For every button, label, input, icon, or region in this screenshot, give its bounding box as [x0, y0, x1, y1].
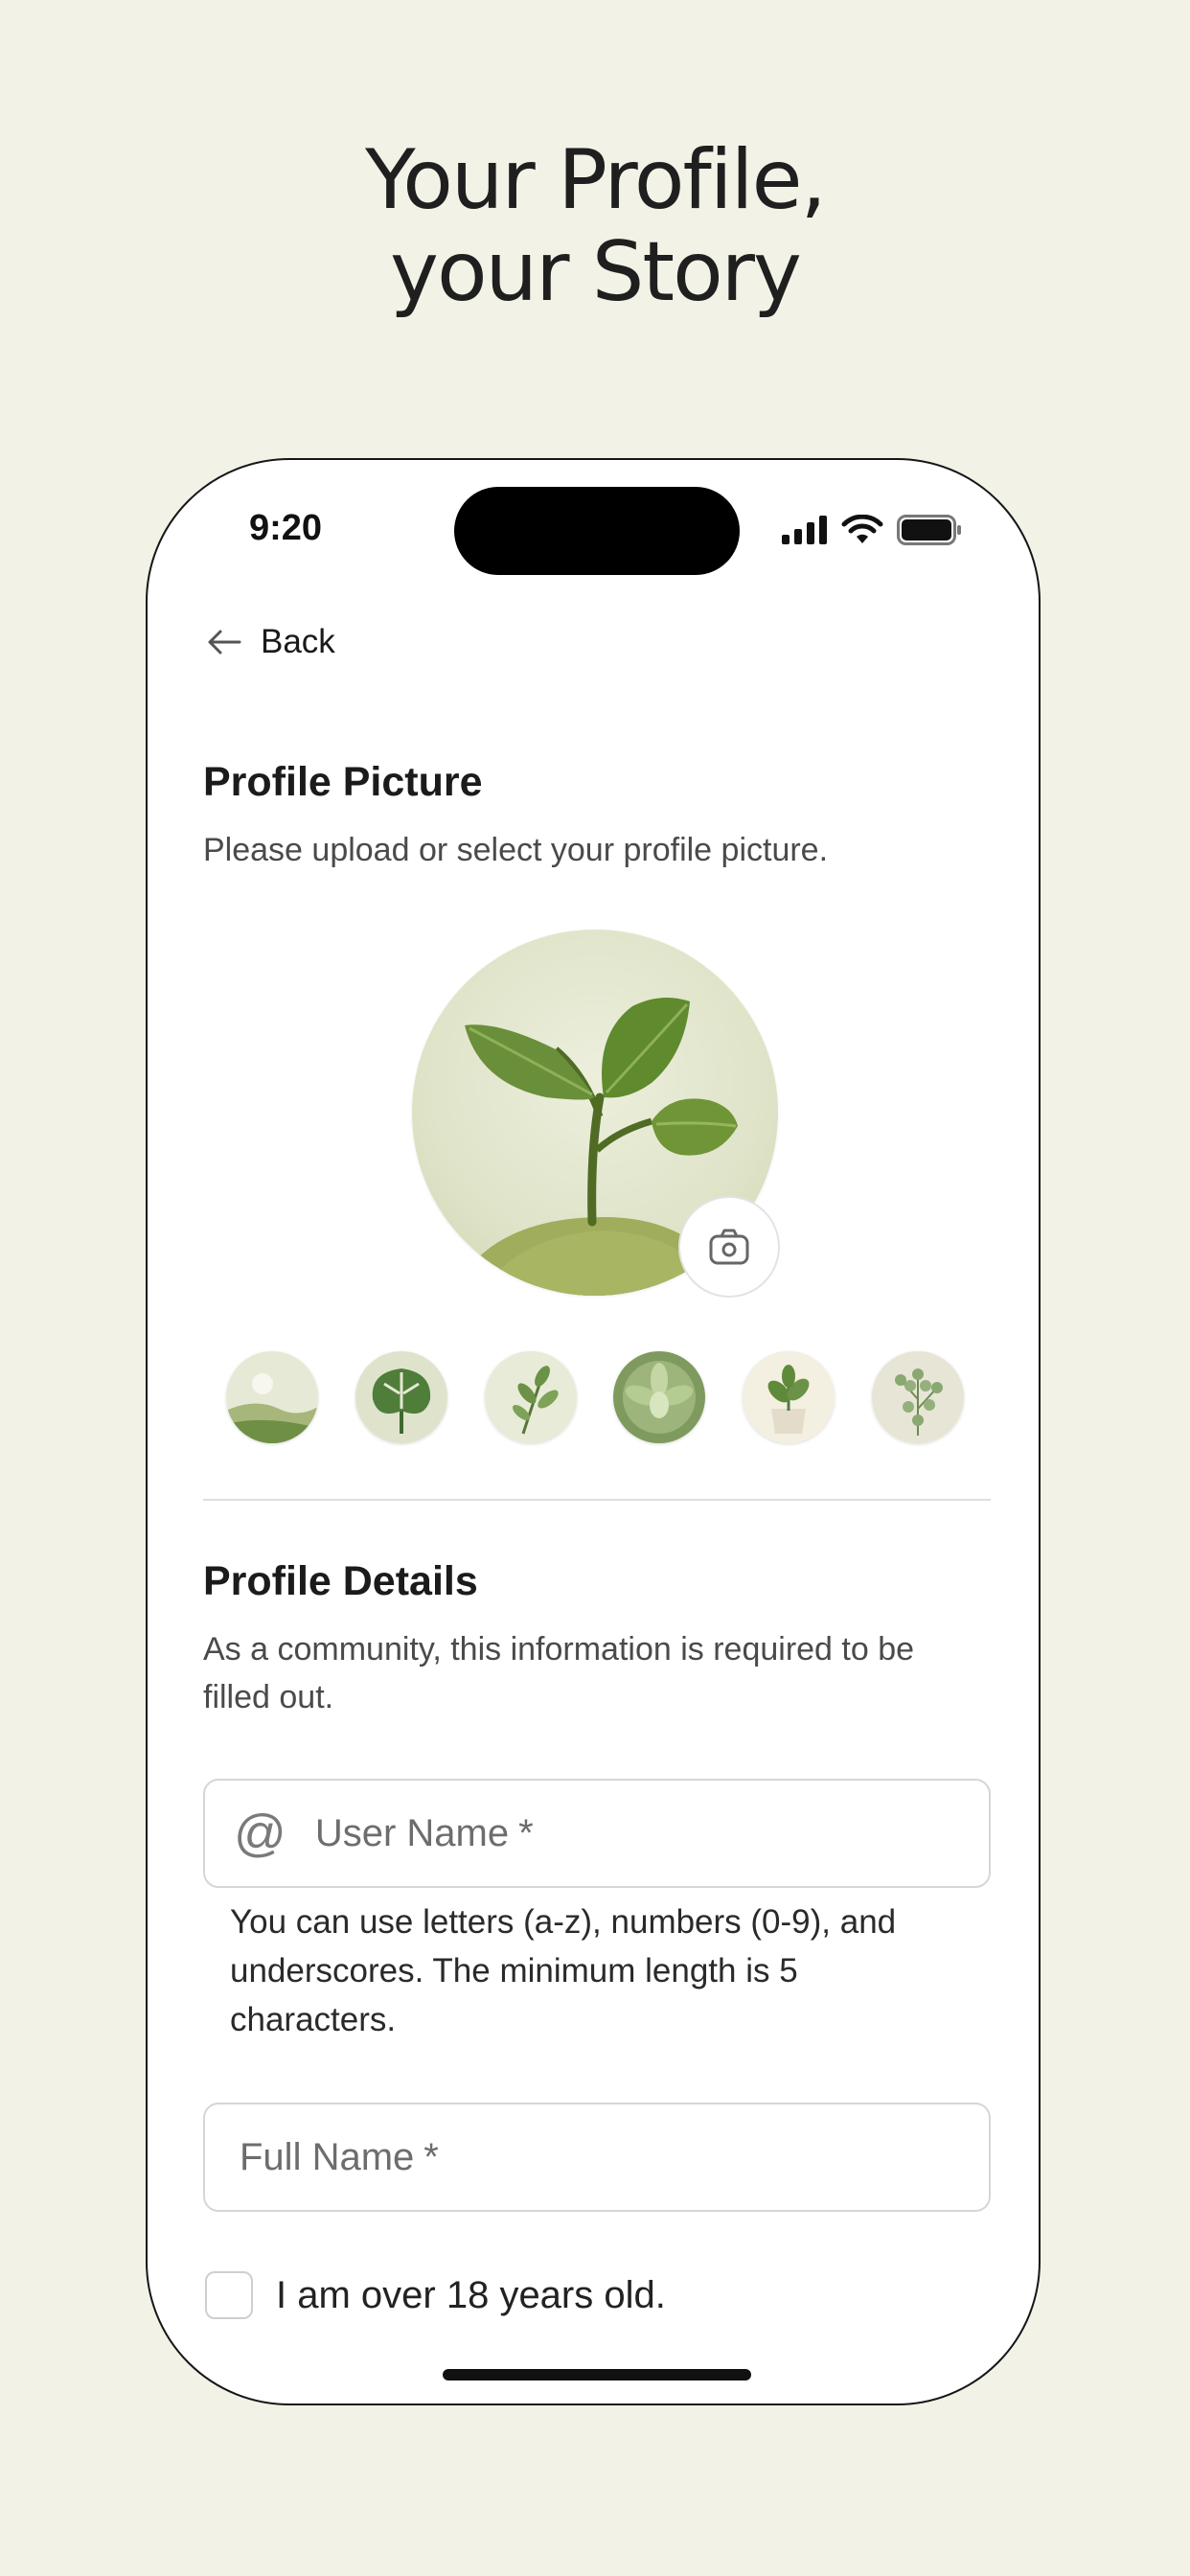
age-checkbox-row[interactable]: I am over 18 years old. [205, 2271, 666, 2319]
username-placeholder: User Name [314, 1811, 510, 1854]
fullname-field[interactable]: Full Name * [203, 2103, 991, 2212]
username-hint: You can use letters (a-z), numbers (0-9)… [230, 1903, 897, 2038]
camera-icon [709, 1229, 749, 1265]
profile-details-subtitle: As a community, this information is requ… [203, 1631, 915, 1715]
battery-icon [897, 515, 961, 545]
fullname-placeholder: Full Name [240, 2135, 415, 2178]
dynamic-island [454, 487, 740, 575]
required-mark: * [423, 2135, 439, 2178]
avatar-option-succulent[interactable] [613, 1351, 706, 1443]
back-button[interactable]: Back [205, 623, 335, 661]
status-icons [782, 514, 962, 546]
at-icon: @ [234, 1805, 286, 1862]
age-checkbox[interactable] [205, 2271, 253, 2319]
signal-icon [782, 516, 827, 544]
phone-frame: 9:20 Back Profile Picture Please upload … [146, 458, 1041, 2405]
profile-picture-subtitle: Please upload or select your profile pic… [203, 832, 829, 868]
username-field[interactable]: @ User Name * [203, 1779, 991, 1888]
back-label: Back [261, 623, 335, 660]
avatar-option-landscape[interactable] [226, 1351, 318, 1443]
headline-line-1: Your Profile, [365, 132, 827, 228]
status-time: 9:20 [249, 508, 323, 548]
age-checkbox-label: I am over 18 years old. [276, 2273, 666, 2316]
home-indicator [443, 2369, 751, 2380]
avatar-option-herb[interactable] [484, 1351, 577, 1443]
avatar-option-potted-plant[interactable] [743, 1351, 835, 1443]
section-divider [203, 1499, 991, 1501]
required-mark: * [518, 1811, 534, 1854]
headline-line-2: your Story [390, 224, 802, 320]
profile-picture-title: Profile Picture [203, 759, 483, 805]
avatar-option-monstera[interactable] [355, 1351, 447, 1443]
wifi-icon [841, 515, 883, 543]
profile-details-title: Profile Details [203, 1558, 478, 1604]
arrow-left-icon [208, 630, 241, 655]
camera-button[interactable] [678, 1196, 780, 1298]
headline: Your Profile, your Story [0, 134, 1190, 318]
avatar-options [226, 1351, 964, 1443]
avatar-option-eucalyptus[interactable] [871, 1351, 964, 1443]
